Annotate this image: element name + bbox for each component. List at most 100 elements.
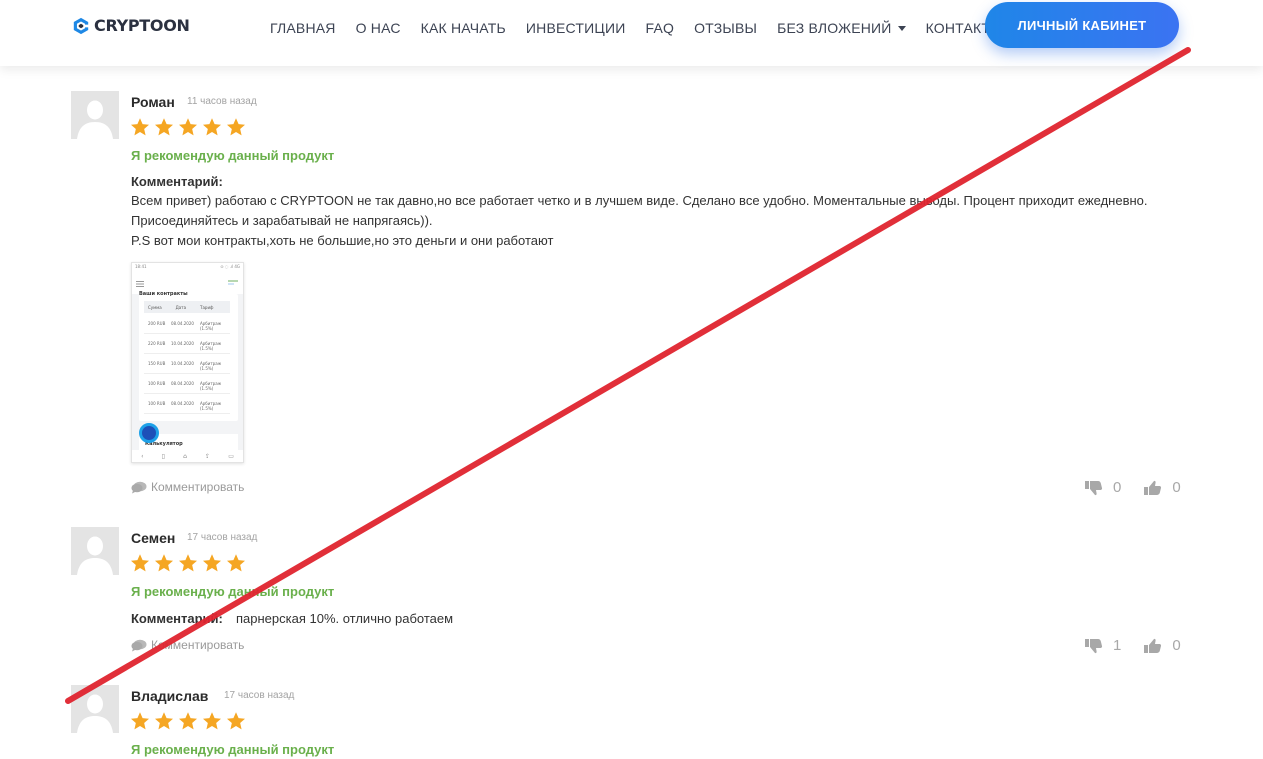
star-icon [131, 118, 149, 136]
table-row: 100 RUB 08.04.2020 Арбитраж (1.5%) [144, 375, 230, 394]
table-row: 150 RUB 10.04.2020 Арбитраж (1.5%) [144, 355, 230, 374]
nav-item-how-to-start[interactable]: КАК НАЧАТЬ [411, 19, 516, 37]
table-cell: 10.04.2020 [171, 341, 194, 346]
table-cell: 150 RUB [148, 361, 166, 366]
dislike-count: 0 [1113, 479, 1122, 496]
comment-reply-link[interactable]: Комментировать [131, 638, 244, 652]
attachment-screenshot[interactable]: 18:41 ⊙ ◌ .ıl 4G Ваши контракты Сумма Да… [131, 262, 244, 463]
personal-cabinet-button[interactable]: ЛИЧНЫЙ КАБИНЕТ [985, 2, 1179, 48]
comment-reply-link[interactable]: Комментировать [131, 480, 244, 494]
star-icon [179, 712, 197, 730]
table-cell: Арбитраж (1.5%) [200, 381, 222, 391]
nav-item-home[interactable]: ГЛАВНАЯ [260, 19, 346, 37]
recommend-text: Я рекомендую данный продукт [131, 742, 335, 757]
cryptoon-logo-icon [73, 17, 90, 34]
home-icon: ⌂ [183, 452, 187, 460]
comment-icon [131, 481, 147, 493]
nav-item-no-investment-dropdown[interactable]: БЕЗ ВЛОЖЕНИЙ [767, 19, 915, 37]
star-icon [227, 554, 245, 572]
review-time: 17 часов назад [224, 690, 295, 701]
vote-controls: 0 0 [1085, 479, 1181, 496]
comment-text-line: Всем привет) работаю с CRYPTOON не так д… [131, 193, 1148, 208]
thumbs-down-icon[interactable] [1085, 638, 1103, 654]
table-cell: Арбитраж (1.5%) [200, 361, 222, 371]
recommend-text: Я рекомендую данный продукт [131, 584, 335, 599]
table-cell: 08.04.2020 [171, 321, 194, 326]
star-icon [203, 712, 221, 730]
review-author: Роман [131, 94, 175, 110]
book-icon: ▯ [161, 452, 165, 460]
rating-stars [130, 711, 246, 731]
comment-icon [131, 639, 147, 651]
rating-stars [130, 553, 246, 573]
comment-text: парнерская 10%. отлично работаем [236, 611, 454, 626]
review-author: Семен [131, 530, 176, 546]
contracts-title: Ваши контракты [139, 291, 188, 297]
share-icon: ⇪ [205, 452, 211, 460]
star-icon [179, 118, 197, 136]
user-avatar-icon [71, 527, 119, 575]
vote-controls: 1 0 [1085, 637, 1181, 654]
thumbs-up-icon[interactable] [1144, 638, 1162, 654]
star-icon [227, 712, 245, 730]
like-count: 0 [1172, 637, 1181, 654]
user-avatar-icon [71, 685, 119, 733]
nav-item-no-investment-label: БЕЗ ВЛОЖЕНИЙ [777, 20, 892, 36]
table-cell: 100 RUB [148, 381, 166, 386]
logo[interactable]: CRYPTOON [72, 16, 190, 35]
star-icon [131, 554, 149, 572]
table-cell: Арбитраж (1.5%) [200, 341, 222, 351]
main-nav: ГЛАВНАЯ О НАС КАК НАЧАТЬ ИНВЕСТИЦИИ FAQ … [260, 19, 1013, 37]
contracts-table-header: Сумма Дата Тариф [144, 301, 230, 313]
table-cell: 200 RUB [148, 321, 166, 326]
star-icon [179, 554, 197, 572]
phone-status-time: 18:41 [135, 264, 147, 269]
comment-text-line: Присоединяйтесь и зарабатывай не напряга… [131, 213, 433, 228]
table-cell: 10.04.2020 [171, 361, 194, 366]
star-icon [155, 554, 173, 572]
menu-icon [136, 281, 144, 287]
column-header: Сумма [148, 304, 162, 310]
review-author: Владислав [131, 688, 209, 704]
user-avatar-icon [71, 91, 119, 139]
thumbs-up-icon[interactable] [1144, 480, 1162, 496]
table-cell: 100 RUB [148, 401, 166, 406]
review-time: 11 часов назад [187, 96, 257, 107]
comment-label: Комментарий: [131, 174, 223, 189]
comment-label: Комментарий: [131, 611, 223, 626]
thumbs-down-icon[interactable] [1085, 480, 1103, 496]
rating-stars [130, 117, 246, 137]
dislike-count: 1 [1113, 637, 1122, 654]
table-cell: 08.04.2020 [171, 401, 194, 406]
table-cell: 08.04.2020 [171, 381, 194, 386]
recommend-text: Я рекомендую данный продукт [131, 148, 335, 163]
tabs-icon: ▭ [228, 452, 234, 460]
table-cell: Арбитраж (1.5%) [200, 401, 222, 411]
comment-reply-label: Комментировать [151, 638, 245, 652]
star-icon [227, 118, 245, 136]
table-cell: Арбитраж (1.5%) [200, 321, 222, 331]
table-cell: 220 RUB [148, 341, 166, 346]
phone-status-icons: ⊙ ◌ .ıl 4G [220, 264, 240, 269]
nav-item-about[interactable]: О НАС [346, 19, 411, 37]
star-icon [203, 554, 221, 572]
nav-item-reviews[interactable]: ОТЗЫВЫ [684, 19, 767, 37]
account-icon [228, 280, 238, 285]
star-icon [155, 118, 173, 136]
nav-item-investments[interactable]: ИНВЕСТИЦИИ [516, 19, 636, 37]
comment-reply-label: Комментировать [151, 480, 245, 494]
star-icon [155, 712, 173, 730]
table-row: 220 RUB 10.04.2020 Арбитраж (1.5%) [144, 335, 230, 354]
phone-nav-bar: ‹ ▯ ⌂ ⇪ ▭ [132, 450, 243, 462]
star-icon [131, 712, 149, 730]
column-header: Дата [175, 304, 187, 310]
column-header: Тариф [200, 304, 214, 310]
like-count: 0 [1172, 479, 1181, 496]
nav-item-faq[interactable]: FAQ [635, 19, 684, 37]
logo-text: CRYPTOON [94, 16, 190, 35]
caret-down-icon [897, 25, 906, 31]
table-row: 100 RUB 08.04.2020 Арбитраж (1.5%) [144, 395, 230, 414]
star-icon [203, 118, 221, 136]
phone-status-bar: 18:41 ⊙ ◌ .ıl 4G [132, 263, 243, 272]
table-row: 200 RUB 08.04.2020 Арбитраж (1.5%) [144, 315, 230, 334]
